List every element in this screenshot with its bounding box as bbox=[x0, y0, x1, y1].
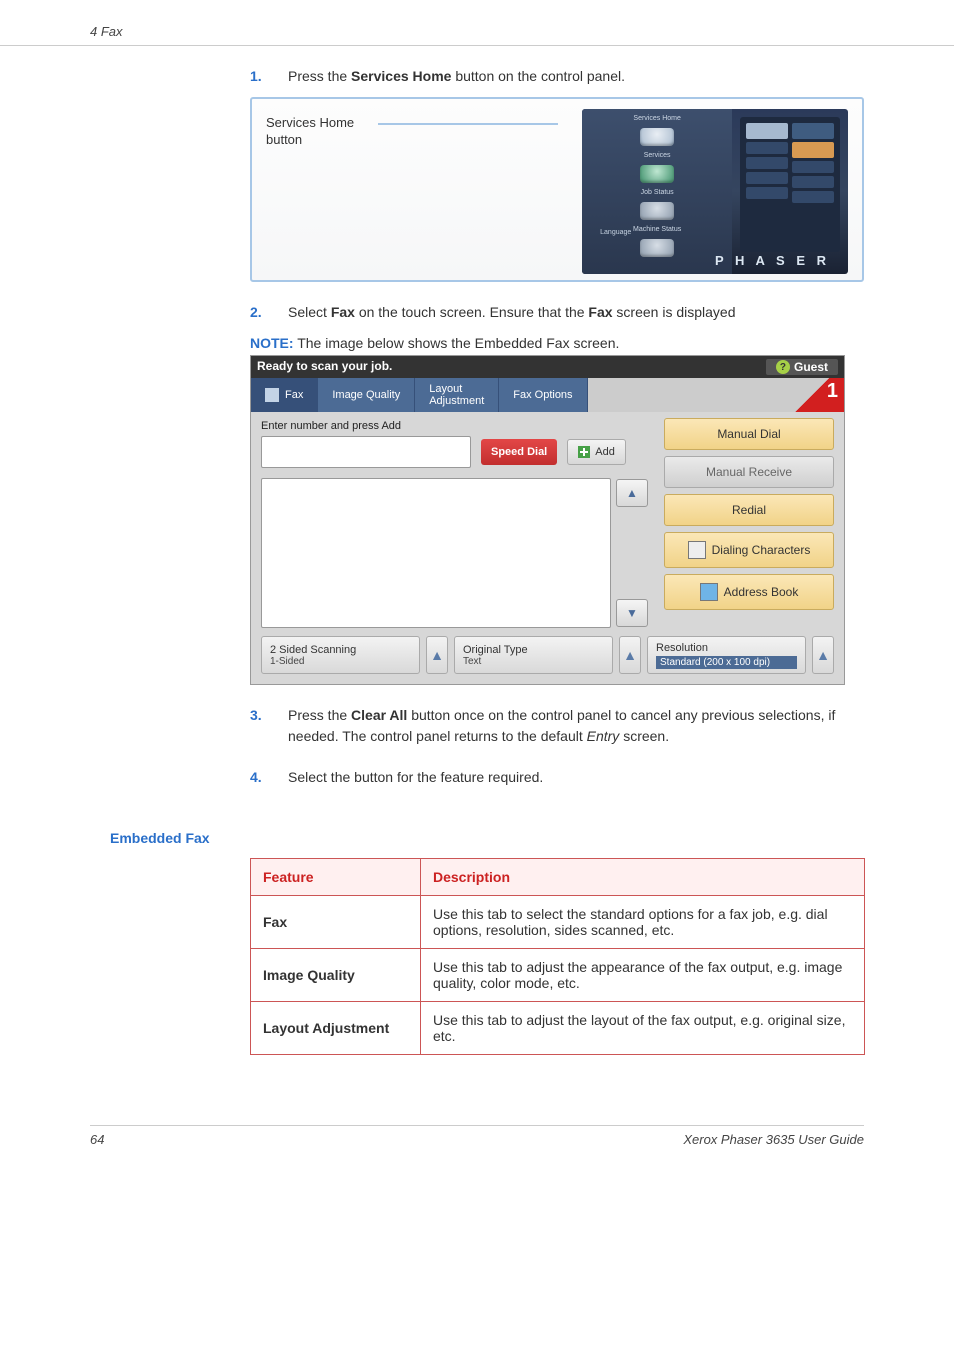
device-panel: Services Home Services Job Status Machin… bbox=[582, 109, 848, 274]
resolution-up-arrow[interactable]: ▲ bbox=[812, 636, 834, 674]
tab-layout-adjustment[interactable]: Layout Adjustment bbox=[415, 378, 499, 412]
status-text: Ready to scan your job. bbox=[257, 359, 392, 375]
note-text: The image below shows the Embedded Fax s… bbox=[294, 335, 620, 351]
guest-button[interactable]: ? Guest bbox=[766, 359, 838, 375]
speed-dial-button[interactable]: Speed Dial bbox=[481, 439, 557, 465]
step-number: 2. bbox=[250, 302, 270, 323]
ts-statusbar: Ready to scan your job. ? Guest bbox=[251, 356, 844, 378]
step-1: 1. Press the Services Home button on the… bbox=[250, 66, 864, 87]
table-row: Fax Use this tab to select the standard … bbox=[251, 896, 865, 949]
machine-status-hw-button[interactable] bbox=[640, 239, 674, 257]
bottom-options-row: 2 Sided Scanning 1-Sided ▲ Original Type… bbox=[261, 636, 834, 674]
embedded-fax-screenshot: Ready to scan your job. ? Guest Fax Imag… bbox=[250, 355, 845, 685]
footer-doc-title: Xerox Phaser 3635 User Guide bbox=[683, 1132, 864, 1147]
two-sided-up-arrow[interactable]: ▲ bbox=[426, 636, 448, 674]
note: NOTE: The image below shows the Embedded… bbox=[250, 335, 864, 351]
tab-image-quality[interactable]: Image Quality bbox=[318, 378, 415, 412]
right-button-column: Manual Dial Manual Receive Redial Dialin… bbox=[664, 418, 834, 610]
original-type-up-arrow[interactable]: ▲ bbox=[619, 636, 641, 674]
step-text: Press the Services Home button on the co… bbox=[288, 66, 625, 87]
td-desc: Use this tab to adjust the layout of the… bbox=[421, 1002, 865, 1055]
services-home-hw-button[interactable] bbox=[640, 128, 674, 146]
page-header: 4 Fax bbox=[0, 0, 954, 46]
step-text: Select the button for the feature requir… bbox=[288, 767, 543, 788]
original-type-button[interactable]: Original Type Text bbox=[454, 636, 613, 674]
services-hw-button[interactable] bbox=[640, 165, 674, 183]
dialing-chars-icon bbox=[688, 541, 706, 559]
fax-icon bbox=[265, 388, 279, 402]
panel-button-column: Services Home Services Job Status Machin… bbox=[582, 109, 732, 274]
job-status-hw-button[interactable] bbox=[640, 202, 674, 220]
dialing-characters-button[interactable]: Dialing Characters bbox=[664, 532, 834, 568]
page-footer: 64 Xerox Phaser 3635 User Guide bbox=[90, 1125, 864, 1147]
list-scroll-down[interactable]: ▼ bbox=[616, 599, 648, 627]
td-feature: Image Quality bbox=[251, 949, 421, 1002]
step-number: 1. bbox=[250, 66, 270, 87]
step-number: 3. bbox=[250, 705, 270, 747]
address-book-button[interactable]: Address Book bbox=[664, 574, 834, 610]
tab-fax-options[interactable]: Fax Options bbox=[499, 378, 587, 412]
help-icon: ? bbox=[776, 360, 790, 374]
table-row: Image Quality Use this tab to adjust the… bbox=[251, 949, 865, 1002]
two-sided-scanning-button[interactable]: 2 Sided Scanning 1-Sided bbox=[261, 636, 420, 674]
step-4: 4. Select the button for the feature req… bbox=[250, 767, 864, 788]
address-book-icon bbox=[700, 583, 718, 601]
dial-number-field[interactable] bbox=[261, 436, 471, 468]
list-scroll-up[interactable]: ▲ bbox=[616, 479, 648, 507]
manual-dial-button[interactable]: Manual Dial bbox=[664, 418, 834, 450]
feature-table: Feature Description Fax Use this tab to … bbox=[250, 858, 865, 1055]
add-button[interactable]: Add bbox=[567, 439, 626, 465]
table-header-row: Feature Description bbox=[251, 859, 865, 896]
td-feature: Layout Adjustment bbox=[251, 1002, 421, 1055]
th-feature: Feature bbox=[251, 859, 421, 896]
td-feature: Fax bbox=[251, 896, 421, 949]
step-text: Select Fax on the touch screen. Ensure t… bbox=[288, 302, 736, 323]
footer-page-number: 64 bbox=[90, 1132, 104, 1147]
table-row: Layout Adjustment Use this tab to adjust… bbox=[251, 1002, 865, 1055]
resolution-button[interactable]: Resolution Standard (200 x 100 dpi) bbox=[647, 636, 806, 674]
step-text: Press the Clear All button once on the c… bbox=[288, 705, 864, 747]
tab-fax[interactable]: Fax bbox=[251, 378, 318, 412]
step-2: 2. Select Fax on the touch screen. Ensur… bbox=[250, 302, 864, 323]
redial-button[interactable]: Redial bbox=[664, 494, 834, 526]
recipient-list[interactable]: ▲ ▼ bbox=[261, 478, 611, 628]
panel-lcd bbox=[740, 117, 840, 252]
page-count-corner: 1 bbox=[784, 378, 844, 412]
language-label: Language bbox=[600, 229, 631, 236]
note-label: NOTE: bbox=[250, 335, 294, 351]
step-3: 3. Press the Clear All button once on th… bbox=[250, 705, 864, 747]
control-panel-figure: Services Home button Services Home Servi… bbox=[250, 97, 864, 282]
brand-label: P H A S E R bbox=[715, 253, 830, 268]
callout-line bbox=[378, 123, 558, 125]
section-title-embedded-fax: Embedded Fax bbox=[110, 830, 954, 846]
ts-tab-row: Fax Image Quality Layout Adjustment Fax … bbox=[251, 378, 844, 412]
plus-icon bbox=[578, 446, 590, 458]
callout-label: Services Home button bbox=[266, 109, 354, 280]
td-desc: Use this tab to select the standard opti… bbox=[421, 896, 865, 949]
th-description: Description bbox=[421, 859, 865, 896]
td-desc: Use this tab to adjust the appearance of… bbox=[421, 949, 865, 1002]
manual-receive-button[interactable]: Manual Receive bbox=[664, 456, 834, 488]
step-number: 4. bbox=[250, 767, 270, 788]
